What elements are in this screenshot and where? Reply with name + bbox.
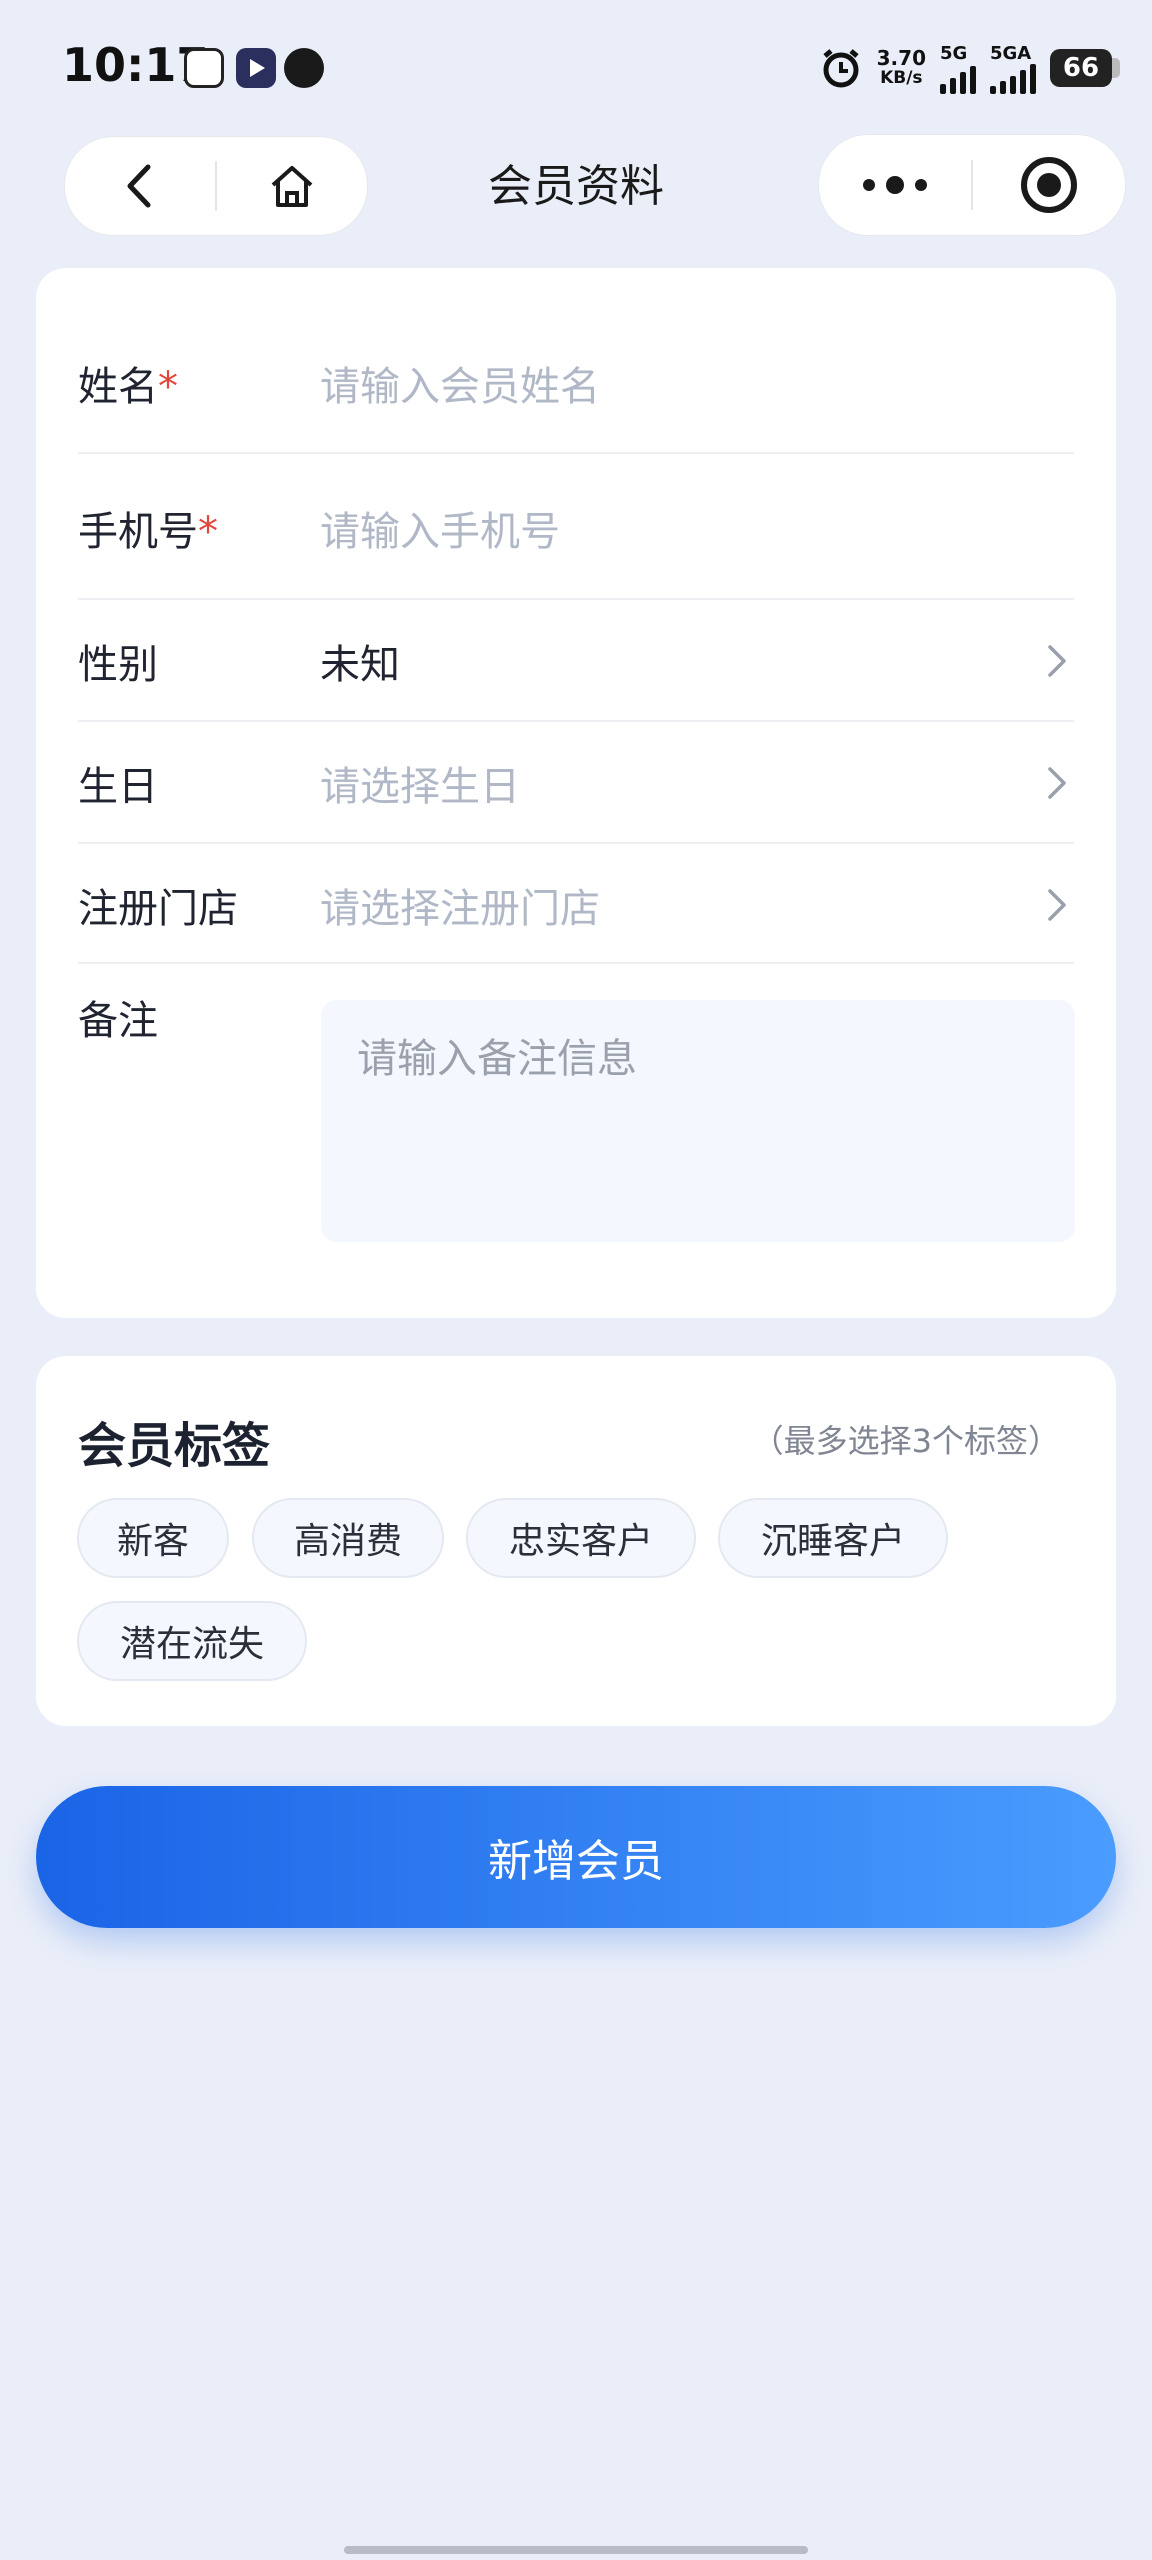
signal-sim1: 5G [940,43,976,94]
gender-label: 性别 [78,642,158,688]
chevron-right-icon [1040,888,1074,922]
divider [78,962,1074,964]
phone-row: 手机号* 请输入手机号 [78,493,1074,563]
signal-sim2: 5GA [990,43,1036,94]
notification-app-icon [184,48,224,88]
close-miniapp-button[interactable] [973,135,1125,235]
store-row[interactable]: 注册门店 请选择注册门店 [78,870,1074,940]
phone-input[interactable]: 请输入手机号 [320,499,1074,557]
signal-bars-icon [990,63,1036,94]
nav-capsule-right [818,134,1126,236]
name-input[interactable]: 请输入会员姓名 [320,354,1074,412]
tag-chip[interactable]: 高消费 [252,1498,444,1578]
battery-icon: 66 [1050,49,1120,87]
net-speed-unit: KB/s [880,68,923,88]
required-mark: * [198,509,218,555]
divider [78,842,1074,844]
tag-chip[interactable]: 沉睡客户 [718,1498,948,1578]
remark-label: 备注 [78,998,158,1044]
tag-chip[interactable]: 新客 [77,1498,229,1578]
birthday-label: 生日 [78,764,158,810]
required-mark: * [158,364,178,410]
gender-select[interactable]: 未知 [320,632,1040,690]
tag-chip[interactable]: 忠实客户 [466,1498,696,1578]
name-row: 姓名* 请输入会员姓名 [78,348,1074,418]
tags-title: 会员标签 [78,1418,271,1474]
chevron-right-icon [1040,644,1074,678]
signal-bars-icon [940,64,976,94]
du-app-icon [284,48,324,88]
gender-row[interactable]: 性别 未知 [78,626,1074,696]
chevron-right-icon [1040,766,1074,800]
birthday-row[interactable]: 生日 请选择生日 [78,748,1074,818]
member-form-card: 姓名* 请输入会员姓名 手机号* 请输入手机号 性别 未知 生日 请选择生日 注… [36,268,1116,1318]
more-button[interactable] [819,135,971,235]
store-picker[interactable]: 请选择注册门店 [320,876,1040,934]
video-app-icon [236,48,276,88]
sim2-label: 5GA [990,42,1032,64]
divider [78,720,1074,722]
remark-textarea[interactable]: 请输入备注信息 [321,1000,1075,1242]
divider [78,452,1074,454]
sim1-label: 5G [940,42,968,64]
net-speed-value: 3.70 [876,46,926,70]
target-icon [1021,157,1077,213]
home-indicator[interactable] [344,2546,808,2554]
name-label-text: 姓名 [78,364,158,410]
phone-label-text: 手机号 [78,509,198,555]
store-label: 注册门店 [78,886,238,932]
add-member-button[interactable]: 新增会员 [36,1786,1116,1928]
name-label: 姓名* [78,354,320,412]
alarm-icon [823,49,859,88]
tags-hint: （最多选择3个标签） [751,1422,1060,1460]
birthday-picker[interactable]: 请选择生日 [320,754,1040,812]
divider [78,598,1074,600]
member-tags-card: 会员标签 （最多选择3个标签） 新客 高消费 忠实客户 沉睡客户 潜在流失 [36,1356,1116,1726]
status-bar: 10:17 3.70 KB/s 5G 5GA 66 [0,0,1152,136]
more-dots-icon [863,176,927,194]
tag-chip[interactable]: 潜在流失 [77,1601,307,1681]
network-speed: 3.70 KB/s [877,48,926,88]
phone-label: 手机号* [78,499,320,557]
